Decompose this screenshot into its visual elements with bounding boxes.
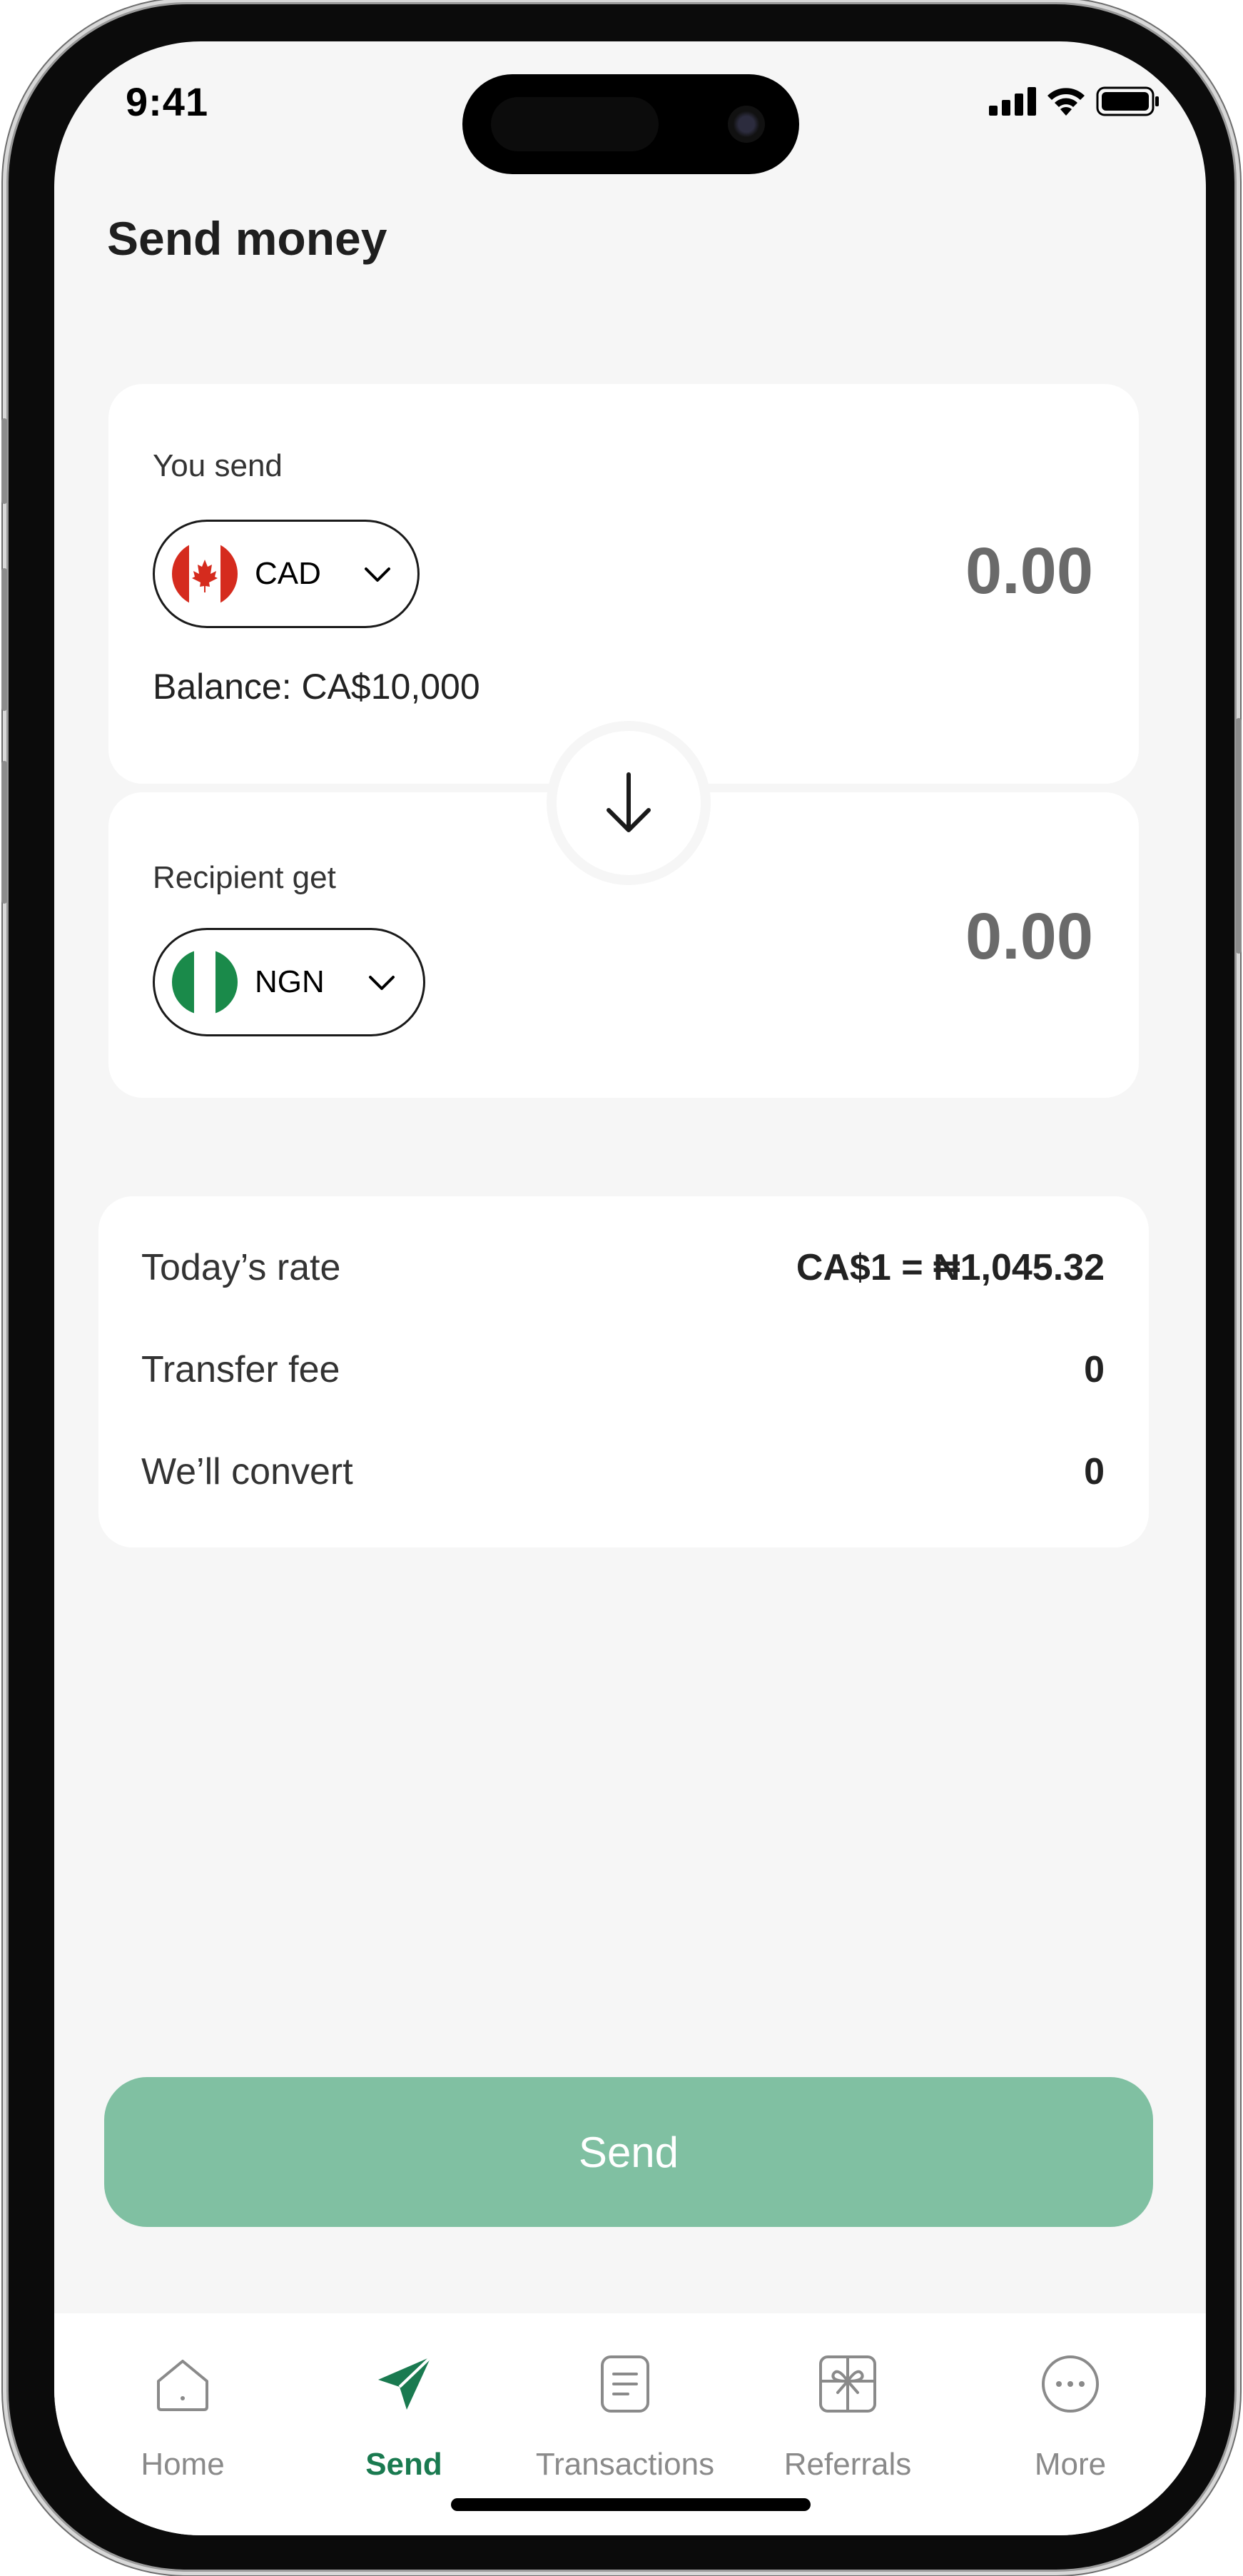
tab-home[interactable]: Home <box>69 2313 297 2482</box>
send-currency-selector[interactable]: CAD <box>153 520 420 628</box>
tab-transactions-label: Transactions <box>535 2447 715 2482</box>
sensor-area <box>491 97 659 151</box>
todays-rate-label: Today’s rate <box>141 1247 341 1288</box>
side-button <box>1 418 7 504</box>
tab-more-label: More <box>1034 2447 1107 2482</box>
bottom-tab-bar: Home Send Transactions Referrals More <box>54 2313 1206 2535</box>
recipient-get-label: Recipient get <box>153 860 336 895</box>
send-icon <box>378 2355 432 2410</box>
phone-frame: 9:41 Send money You send CAD 0.00 Balanc… <box>1 4 1242 2570</box>
send-amount-input[interactable]: 0.00 <box>965 534 1093 609</box>
page-title: Send money <box>107 212 387 265</box>
chevron-down-icon <box>369 976 395 990</box>
rates-card: Today’s rate CA$1 = ₦1,045.32 Transfer f… <box>98 1196 1149 1547</box>
tab-referrals[interactable]: Referrals <box>734 2313 962 2482</box>
receive-currency-selector[interactable]: NGN <box>153 928 425 1036</box>
app-screen: 9:41 Send money You send CAD 0.00 Balanc… <box>54 41 1206 2535</box>
document-icon <box>601 2355 649 2413</box>
chevron-down-icon <box>365 567 390 582</box>
tab-send-label: Send <box>365 2447 442 2482</box>
swap-direction-button[interactable] <box>547 721 711 885</box>
transfer-fee-value: 0 <box>1084 1349 1105 1390</box>
volume-up-button <box>1 568 7 711</box>
volume-down-button <box>1 761 7 904</box>
tab-referrals-label: Referrals <box>783 2447 912 2482</box>
tab-send[interactable]: Send <box>290 2313 518 2482</box>
status-time: 9:41 <box>126 79 209 124</box>
you-send-label: You send <box>153 448 283 483</box>
wifi-icon <box>1047 88 1085 116</box>
nigeria-flag-icon <box>172 949 238 1015</box>
transfer-fee-label: Transfer fee <box>141 1349 340 1390</box>
power-button <box>1236 718 1242 954</box>
home-indicator[interactable] <box>451 2498 811 2511</box>
status-icons <box>989 86 1160 117</box>
cellular-signal-icon <box>989 87 1036 116</box>
dynamic-island <box>462 74 799 174</box>
balance-text: Balance: CA$10,000 <box>153 667 480 707</box>
home-icon <box>157 2360 208 2411</box>
send-currency-code: CAD <box>255 556 321 591</box>
tab-home-label: Home <box>141 2447 225 2482</box>
convert-label: We’ll convert <box>141 1451 353 1492</box>
more-icon <box>1042 2355 1099 2413</box>
gift-icon <box>819 2355 876 2413</box>
receive-amount-value: 0.00 <box>965 900 1093 973</box>
canada-flag-icon <box>172 541 238 607</box>
convert-value: 0 <box>1084 1451 1105 1492</box>
camera-lens <box>728 106 765 143</box>
receive-currency-code: NGN <box>255 964 325 999</box>
arrow-down-icon <box>607 772 651 832</box>
tab-more[interactable]: More <box>956 2313 1184 2482</box>
todays-rate-value: CA$1 = ₦1,045.32 <box>796 1247 1105 1288</box>
send-button[interactable]: Send <box>104 2077 1153 2227</box>
battery-icon <box>1096 86 1159 116</box>
tab-transactions[interactable]: Transactions <box>511 2313 739 2482</box>
